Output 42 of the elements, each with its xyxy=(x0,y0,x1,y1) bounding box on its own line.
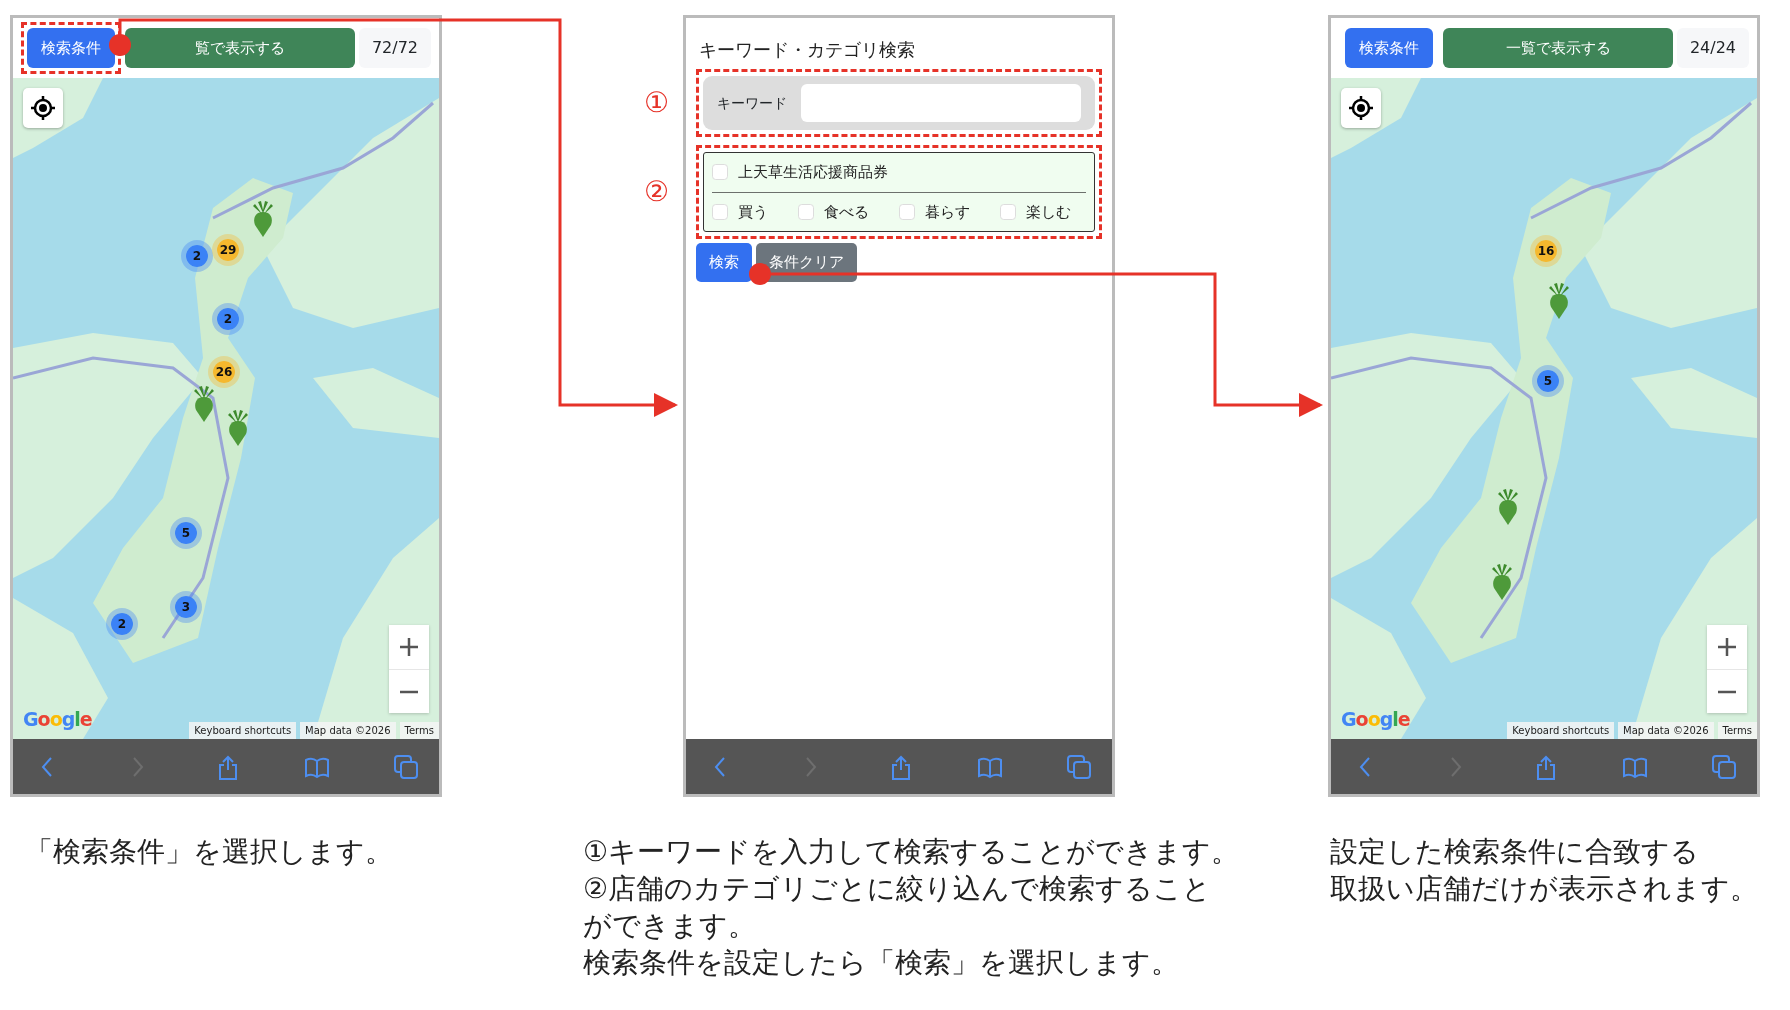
map-attribution-link[interactable]: Keyboard shortcuts xyxy=(189,722,297,739)
list-view-button[interactable]: 一覧で表示する xyxy=(1443,28,1673,68)
locate-button[interactable] xyxy=(23,88,63,128)
map-attribution-link[interactable]: Map data ©2026 xyxy=(300,722,396,739)
checkbox[interactable] xyxy=(798,203,814,220)
annotation-number: ① xyxy=(644,85,670,121)
caption: ①キーワードを入力して検索することができます。 ②店舗のカテゴリごとに絞り込んで検索すること ができます。 検索条件を設定したら「検索」を選択します。 xyxy=(583,834,1241,981)
tabs-icon[interactable] xyxy=(393,753,419,780)
checkbox[interactable] xyxy=(712,164,728,181)
tabs-icon[interactable] xyxy=(1066,753,1092,780)
google-logo: Google xyxy=(23,706,92,732)
checkbox[interactable] xyxy=(899,203,915,220)
caption: 設定した検索条件に合致する 取扱い店舗だけが表示されます。 xyxy=(1330,834,1758,907)
checkbox-label: 食べる xyxy=(824,201,869,223)
checkbox-label: 上天草生活応援商品券 xyxy=(738,162,888,183)
result-count: 72/72 xyxy=(359,28,431,68)
map-attribution-link[interactable]: Keyboard shortcuts xyxy=(1507,722,1615,739)
caption: 「検索条件」を選択します。 xyxy=(25,834,394,870)
checkbox-label: 買う xyxy=(738,201,768,223)
checkbox[interactable] xyxy=(712,203,728,220)
search-conditions-button[interactable]: 検索条件 xyxy=(27,28,115,68)
form-title: キーワード・カテゴリ検索 xyxy=(699,38,916,62)
google-logo: Google xyxy=(1341,706,1410,732)
result-count: 24/24 xyxy=(1677,28,1749,68)
checkbox-label: 楽しむ xyxy=(1026,201,1071,223)
list-view-button[interactable]: 覧で表示する xyxy=(125,28,355,68)
checkbox[interactable] xyxy=(1000,203,1016,220)
search-button[interactable]: 検索 xyxy=(696,243,752,282)
annotation-number: ② xyxy=(644,174,670,210)
search-conditions-button[interactable]: 検索条件 xyxy=(1345,28,1433,68)
map-attribution-link[interactable]: Terms xyxy=(1717,722,1757,739)
checkbox-label: 暮らす xyxy=(925,201,970,223)
keyword-label: キーワード xyxy=(717,93,787,113)
zoom-in-icon[interactable] xyxy=(399,637,419,657)
map-attribution-link[interactable]: Terms xyxy=(399,722,439,739)
keyword-input[interactable] xyxy=(801,84,1081,122)
crosshair-icon xyxy=(30,95,56,121)
tabs-icon[interactable] xyxy=(1711,753,1737,780)
map-attribution-link[interactable]: Map data ©2026 xyxy=(1618,722,1714,739)
locate-button[interactable] xyxy=(1341,88,1381,128)
zoom-in-icon[interactable] xyxy=(1717,637,1737,657)
crosshair-icon xyxy=(1348,95,1374,121)
